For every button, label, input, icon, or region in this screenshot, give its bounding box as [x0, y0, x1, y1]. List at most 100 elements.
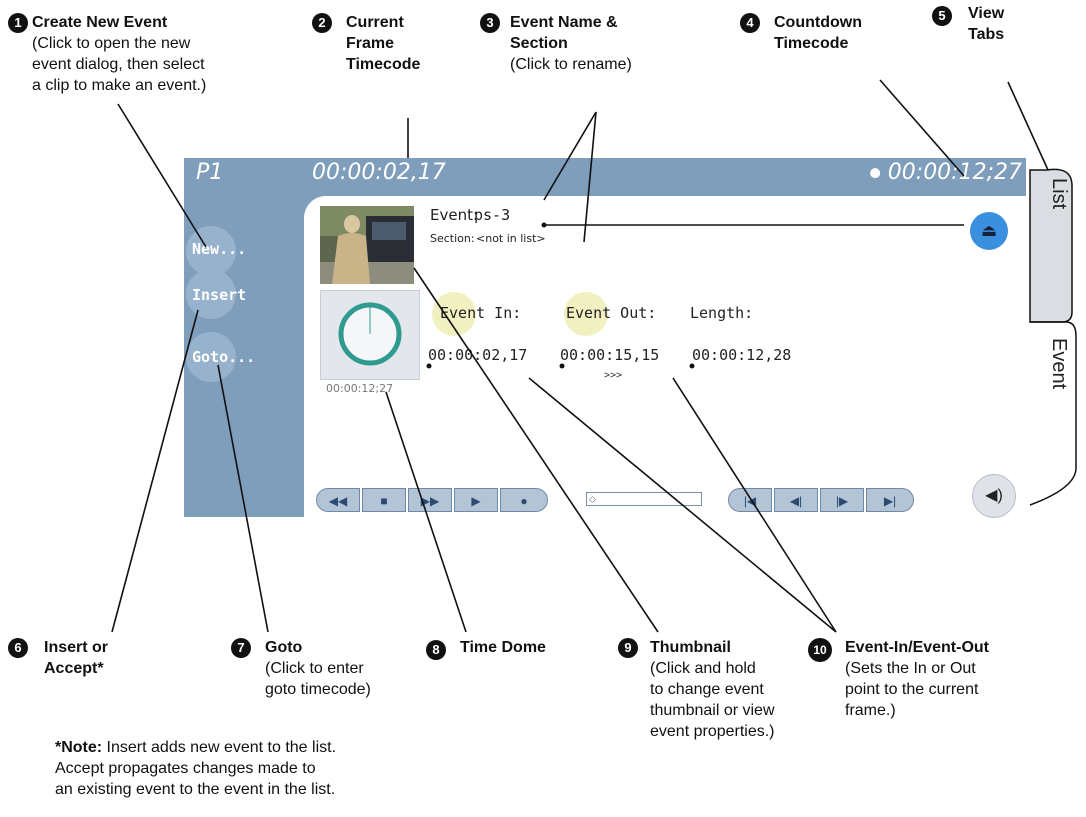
go-to-end-icon: ▶| [883, 494, 897, 508]
tab-list-label: List [1048, 178, 1070, 210]
goto-label: Goto... [192, 348, 256, 366]
scrub-handle-icon[interactable]: ◇ [589, 494, 596, 504]
callout-view-tabs: 5 View Tabs [932, 3, 1032, 45]
callout-number: 10 [808, 638, 832, 662]
section-name[interactable]: <not in list> [476, 232, 546, 245]
step-back-button[interactable]: ◀| [774, 488, 818, 512]
record-button[interactable]: ● [500, 488, 548, 512]
callout-desc-line: a clip to make an event.) [32, 77, 207, 94]
callout-title-line: Accept* [44, 660, 104, 677]
callout-insert-accept: 6 Insert or Accept* [8, 637, 148, 679]
callout-title-line: Tabs [968, 26, 1005, 43]
countdown-value: 00:00:12;27 [887, 160, 1022, 185]
callout-countdown-timecode: 4 Countdown Timecode [740, 12, 900, 54]
callout-desc-line: point to the current [845, 681, 979, 698]
play-button[interactable]: ▶ [454, 488, 498, 512]
event-thumbnail[interactable] [320, 206, 414, 284]
callout-title-line: View [968, 5, 1005, 22]
event-in-timecode[interactable]: 00:00:02,17 [428, 346, 527, 364]
callout-desc-line: event dialog, then select [32, 56, 205, 73]
advance-arrows: >>> [604, 370, 623, 381]
callout-desc-line: (Click to open the new [32, 35, 191, 52]
thumbnail-image [320, 206, 414, 284]
panel-header: P1 00:00:02,17 ● 00:00:12;27 [184, 158, 1026, 192]
tab-event-label: Event [1048, 338, 1070, 390]
rewind-icon: ◀◀ [328, 494, 348, 508]
callout-title-line: Timecode [346, 56, 421, 73]
callout-desc: (Click to rename) [510, 56, 632, 73]
length-timecode[interactable]: 00:00:12,28 [692, 346, 791, 364]
time-dome-timecode: 00:00:12;27 [326, 382, 394, 395]
play-icon: ▶ [471, 494, 481, 508]
time-dome-icon [338, 302, 402, 366]
channel-label: P1 [196, 160, 224, 185]
eject-icon: ⏏ [980, 221, 998, 240]
fast-forward-button[interactable]: ▶▶ [408, 488, 452, 512]
eject-button[interactable]: ⏏ [970, 212, 1008, 250]
section-label: Section: [430, 232, 475, 245]
step-back-icon: ◀| [789, 494, 803, 508]
go-to-start-button[interactable]: |◀ [728, 488, 772, 512]
countdown-dot: ● [869, 165, 881, 181]
callout-desc-line: frame.) [845, 702, 896, 719]
callout-number: 3 [480, 13, 500, 33]
callout-title-line: Frame [346, 35, 395, 52]
callout-number: 9 [618, 638, 638, 658]
event-label: Event: [430, 206, 479, 224]
callout-desc-line: (Click to enter [265, 660, 364, 677]
callout-time-dome: 8 Time Dome [426, 637, 626, 660]
callout-title: Goto [265, 639, 303, 656]
callout-goto: 7 Goto (Click to enter goto timecode) [231, 637, 431, 700]
callout-number: 2 [312, 13, 332, 33]
go-to-end-button[interactable]: ▶| [866, 488, 914, 512]
callout-number: 5 [932, 6, 952, 26]
audio-button[interactable]: ◀) [972, 474, 1016, 518]
callout-create-new-event: 1 Create New Event (Click to open the ne… [8, 12, 298, 96]
current-frame-timecode: 00:00:02,17 [312, 160, 446, 185]
event-name[interactable]: ps-3 [474, 206, 510, 224]
callout-desc-line: goto timecode) [265, 681, 371, 698]
event-out-timecode[interactable]: 00:00:15,15 [560, 346, 659, 364]
new-event-label: New... [192, 240, 247, 258]
rewind-button[interactable]: ◀◀ [316, 488, 360, 512]
footnote-line: Insert adds new event to the list. [102, 739, 337, 756]
stop-icon: ■ [380, 494, 388, 508]
callout-current-frame-timecode: 2 Current Frame Timecode [312, 12, 422, 75]
callout-title-line: Event Name & [510, 14, 618, 31]
callout-event-name-section: 3 Event Name & Section (Click to rename) [480, 12, 690, 75]
callout-number: 6 [8, 638, 28, 658]
go-to-start-icon: |◀ [743, 494, 757, 508]
record-icon: ● [520, 494, 528, 508]
callout-title: Event-In/Event-Out [845, 639, 990, 656]
callout-title: Create New Event [32, 14, 168, 31]
footnote-line: Accept propagates changes made to [55, 760, 316, 777]
callout-event-in-out: 10 Event-In/Event-Out (Sets the In or Ou… [808, 637, 1078, 721]
callout-title-line: Timecode [774, 35, 849, 52]
callout-number: 1 [8, 13, 28, 33]
footnote-line: an existing event to the event in the li… [55, 781, 336, 798]
callout-thumbnail: 9 Thumbnail (Click and hold to change ev… [618, 637, 838, 742]
callout-title-line: Insert or [44, 639, 109, 656]
length-label: Length: [690, 304, 754, 322]
footnote: *Note: Insert adds new event to the list… [55, 737, 455, 800]
callout-number: 8 [426, 640, 446, 660]
insert-label: Insert [192, 286, 247, 304]
footnote-bold: *Note: [55, 739, 103, 756]
event-in-label: Event In: [440, 304, 522, 322]
callout-title-line: Countdown [774, 14, 862, 31]
event-panel: P1 00:00:02,17 ● 00:00:12;27 New... Inse… [184, 158, 1026, 518]
event-content: Event: ps-3 Section: <not in list> ⏏ 00:… [304, 196, 1026, 518]
step-forward-icon: |▶ [835, 494, 849, 508]
scrub-bar[interactable]: ◇ [586, 492, 702, 506]
callout-desc-line: (Sets the In or Out [845, 660, 976, 677]
callout-title-line: Section [510, 35, 568, 52]
stop-button[interactable]: ■ [362, 488, 406, 512]
speaker-icon: ◀) [985, 487, 1003, 504]
callout-number: 4 [740, 13, 760, 33]
callout-title-line: Current [346, 14, 404, 31]
step-forward-button[interactable]: |▶ [820, 488, 864, 512]
countdown-timecode: ● 00:00:12;27 [869, 160, 1022, 185]
callout-number: 7 [231, 638, 251, 658]
event-out-label: Event Out: [566, 304, 657, 322]
time-dome [320, 290, 420, 380]
